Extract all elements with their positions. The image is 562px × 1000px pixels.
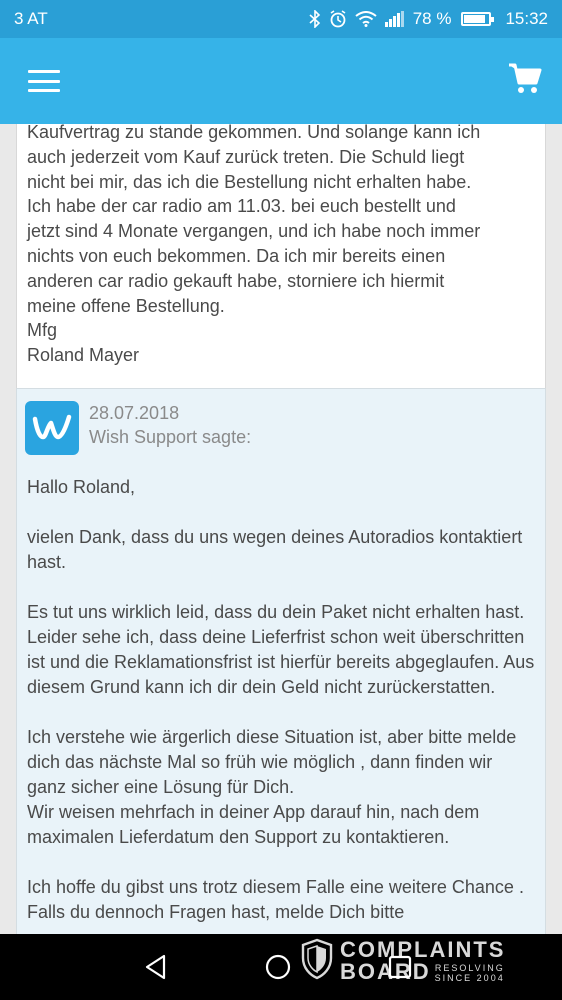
reply-meta: 28.07.2018 Wish Support sagte: [89, 401, 251, 449]
reply-paragraph: vielen Dank, dass du uns wegen deines Au… [27, 527, 523, 572]
support-reply-card: 28.07.2018 Wish Support sagte: Hallo Rol… [16, 388, 546, 934]
battery-icon [461, 12, 495, 26]
clock: 15:32 [505, 9, 548, 28]
status-icons: 78 % 15:32 [309, 9, 548, 29]
reply-paragraph: Ich verstehe wie ärgerlich diese Situati… [27, 727, 517, 847]
alarm-icon [329, 10, 347, 28]
message-line: Kaufvertrag zu stande gekommen. Und sola… [27, 124, 481, 142]
reply-greeting: Hallo Roland, [27, 477, 136, 497]
status-bar: 3 AT 78 % 15:32 [0, 0, 562, 38]
reply-paragraph: Es tut uns wirklich leid, dass du dein P… [27, 602, 535, 697]
reply-paragraph: Ich hoffe du gibst uns trotz diesem Fall… [27, 877, 524, 922]
carrier-label: 3 AT [14, 9, 48, 28]
shopping-cart-icon[interactable] [508, 63, 542, 100]
reply-body: Hallo Roland, vielen Dank, dass du uns w… [25, 475, 535, 925]
signal-icon [384, 11, 405, 27]
battery-percent: 78 % [412, 9, 452, 28]
reply-header: 28.07.2018 Wish Support sagte: [25, 401, 535, 455]
message-line: nichts von euch bekommen. Da ich mir ber… [27, 245, 446, 266]
conversation-scroll-area[interactable]: Kaufvertrag zu stande gekommen. Und sola… [0, 124, 562, 934]
wish-logo-icon [25, 401, 79, 455]
message-line: anderen car radio gekauft habe, stornier… [27, 270, 445, 291]
complaints-board-watermark: COMPLAINTS BOARD RESOLVING SINCE 2004 [300, 936, 532, 986]
message-line: jetzt sind 4 Monate vergangen, und ich h… [27, 221, 481, 242]
message-signoff: Mfg [27, 320, 58, 341]
wifi-icon [355, 11, 377, 27]
watermark-text: COMPLAINTS BOARD RESOLVING SINCE 2004 [340, 937, 506, 984]
back-icon[interactable] [144, 954, 168, 980]
message-line: meine offene Bestellung. [27, 295, 225, 316]
home-icon[interactable] [264, 953, 292, 981]
watermark-tagline-1: RESOLVING [434, 963, 505, 973]
message-author: Roland Mayer [27, 345, 140, 366]
watermark-title-1: COMPLAINTS [340, 937, 506, 962]
watermark-title-2: BOARD [340, 959, 431, 984]
shield-logo-icon [300, 938, 334, 985]
reply-sender: Wish Support sagte: [89, 427, 252, 447]
hamburger-menu-icon[interactable] [28, 70, 60, 92]
watermark-tagline-2: SINCE 2004 [434, 973, 505, 983]
message-line: nicht bei mir, das ich die Bestellung ni… [27, 171, 472, 192]
message-line: auch jederzeit vom Kauf zurück treten. D… [27, 146, 465, 167]
bluetooth-icon [309, 10, 321, 28]
message-line: Ich habe der car radio am 11.03. bei euc… [27, 196, 456, 217]
reply-date: 28.07.2018 [89, 403, 180, 423]
app-bar [0, 38, 562, 124]
